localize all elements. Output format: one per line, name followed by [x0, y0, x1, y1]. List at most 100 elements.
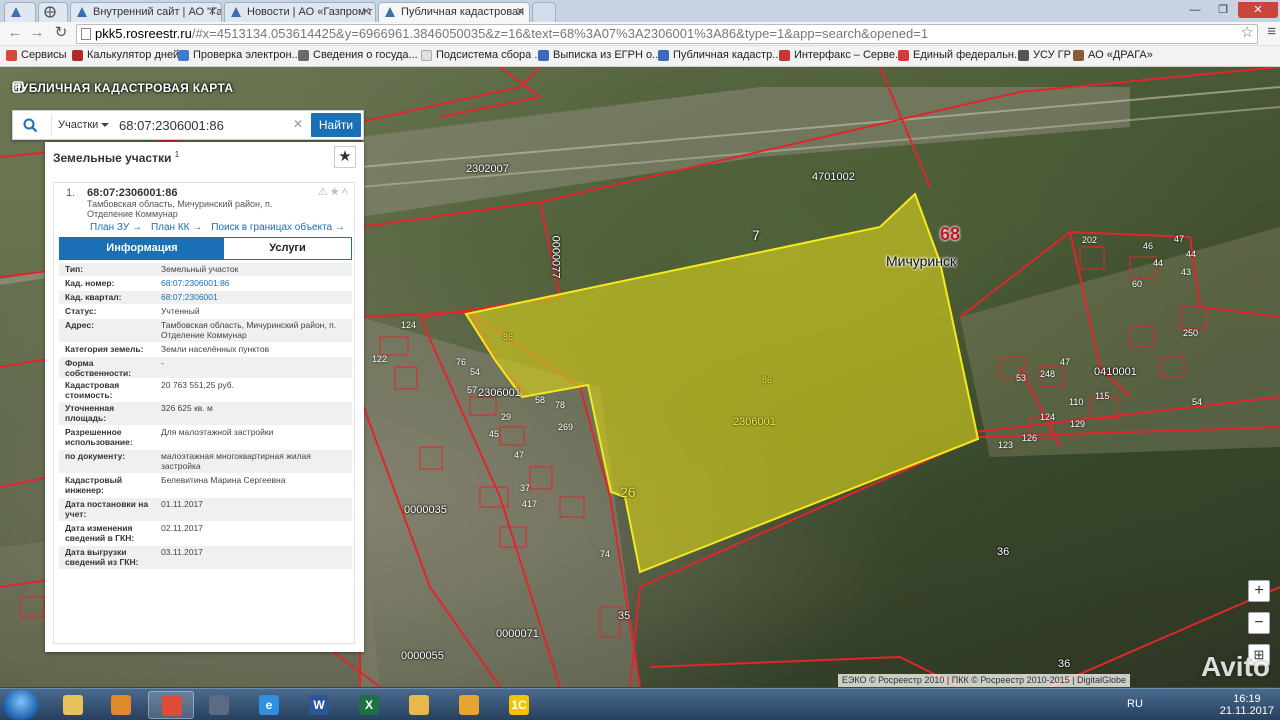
back-arrow-icon[interactable]: ← — [6, 24, 24, 42]
attribute-key: Адрес: — [65, 320, 94, 330]
star-icon[interactable]: ★ — [330, 186, 342, 198]
attribute-key: Дата выгрузки сведений из ГКН: — [65, 547, 139, 567]
bookmark-item[interactable]: Единый федеральн... — [898, 49, 1023, 61]
bookmark-item[interactable]: Калькулятор дней — [72, 49, 179, 61]
maximize-button[interactable]: ❐ — [1210, 2, 1236, 18]
bookmark-item[interactable]: АО «ДРАГА» — [1073, 49, 1153, 61]
1c-app[interactable]: 1С — [496, 691, 542, 719]
plan-zu-link[interactable]: План ЗУ → — [90, 222, 142, 233]
explorer-app[interactable] — [50, 691, 96, 719]
attribute-key: по документу: — [65, 451, 126, 461]
zoom-out-button[interactable]: − — [1248, 612, 1270, 634]
bookmark-item[interactable]: Интерфакс – Серве... — [779, 49, 904, 61]
quarter-label: 0000071 — [496, 628, 539, 640]
plan-kk-link[interactable]: План КК → — [151, 222, 202, 233]
search-input[interactable] — [119, 115, 309, 135]
ie-app[interactable]: e — [246, 691, 292, 719]
bookmark-item[interactable]: Публичная кадастр... — [658, 49, 781, 61]
attribute-value: 02.11.2017 — [161, 523, 203, 533]
favorite-button[interactable]: ★ — [334, 146, 356, 168]
attribute-row: Кадастровый инженер: Белевитина Марина Се… — [59, 474, 352, 498]
results-count: 1 — [174, 150, 180, 159]
attribute-value: малоэтажная многоквартирная жилая застро… — [161, 451, 311, 471]
attribute-key: Тип: — [65, 264, 84, 274]
close-window-button[interactable]: ✕ — [1238, 2, 1278, 18]
bookmark-label: Интерфакс – Серве... — [794, 49, 905, 61]
attribute-row: Разрешенное использование: Для малоэтажно… — [59, 426, 352, 450]
start-button[interactable] — [3, 690, 39, 720]
apps-icon — [6, 50, 17, 61]
close-icon[interactable]: ✕ — [208, 3, 217, 21]
bookmark-item[interactable]: УСУ ГР — [1018, 49, 1071, 61]
attribute-value[interactable]: 68:07:2306001:86 — [161, 278, 349, 289]
cadastral-map[interactable]: ПУБЛИЧНАЯ КАДАСТРОВАЯ КАРТА 68 Мичуринск… — [0, 67, 1280, 687]
bookmark-services[interactable]: Сервисы — [6, 49, 67, 61]
close-icon[interactable]: ✕ — [516, 3, 525, 21]
clear-icon[interactable]: ✕ — [293, 117, 303, 131]
bookmark-item[interactable]: Подсистема сбора ... — [421, 49, 544, 61]
bookmark-star-icon[interactable]: ☆ — [1241, 23, 1254, 41]
attribute-row: Тип: Земельный участок — [59, 263, 352, 277]
new-tab-button[interactable] — [532, 2, 556, 22]
attribute-row: Кадастровая стоимость: 20 763 551,25 руб. — [59, 379, 352, 402]
find-button[interactable]: Найти — [311, 113, 361, 137]
outlook-app-icon — [459, 695, 479, 715]
media-app-icon — [111, 695, 131, 715]
globe-icon — [44, 6, 56, 18]
bookmark-favicon-icon — [1018, 50, 1029, 61]
media-app[interactable] — [98, 691, 144, 719]
chrome-app[interactable] — [148, 691, 194, 719]
outlook-app[interactable] — [446, 691, 492, 719]
minimize-button[interactable]: — — [1182, 2, 1208, 18]
browser-tab-internal-site[interactable]: Внутренний сайт | АО "Га ✕ — [70, 2, 222, 22]
close-icon[interactable]: ✕ — [362, 3, 371, 21]
parcel-address: Тамбовская область, Мичуринский район, п… — [87, 199, 273, 219]
zoom-in-button[interactable]: + — [1248, 580, 1270, 602]
word-app[interactable]: W — [296, 691, 342, 719]
parcel-number-label: 86 — [503, 332, 514, 342]
results-heading: Земельные участки 1 — [53, 150, 179, 165]
browser-tab-label: Внутренний сайт | АО "Га — [93, 6, 222, 18]
warning-icon[interactable]: ⚠ — [318, 186, 330, 198]
language-indicator[interactable]: RU — [1127, 698, 1143, 710]
browser-tab-cadastral-map[interactable]: Публичная кадастровая ✕ — [378, 2, 530, 22]
browser-tab-pinned-2[interactable] — [38, 2, 68, 22]
lot-number: 124 — [401, 320, 417, 330]
parcel-number-label: 26 — [620, 484, 636, 500]
tab-services[interactable]: Услуги — [224, 238, 351, 259]
attribute-value: Тамбовская область, Мичуринский район, п… — [161, 320, 337, 340]
bookmark-favicon-icon — [658, 50, 669, 61]
search-type-label: Участки — [58, 119, 99, 131]
quarter-label: 4701002 — [812, 171, 855, 183]
card-actions: ⚠★˄ — [318, 185, 350, 198]
parcel-title[interactable]: 68:07:2306001:86 — [87, 187, 178, 199]
quarter-label: 2306001 — [733, 416, 776, 428]
search-icon[interactable] — [23, 118, 38, 133]
lot-number: 58 — [535, 395, 546, 405]
clock[interactable]: 16:19 21.11.2017 — [1220, 693, 1274, 717]
search-bar: Участки ✕ Найти — [12, 110, 364, 140]
map-attribution: ЕЭКО © Росреестр 2010 | ПКК © Росреестр … — [837, 674, 1130, 687]
search-in-bounds-link[interactable]: Поиск в границах объекта → — [211, 222, 345, 233]
folder-app[interactable] — [396, 691, 442, 719]
bookmark-item[interactable]: Выписка из ЕГРН о... — [538, 49, 661, 61]
bookmark-favicon-icon — [72, 50, 83, 61]
calculator-app[interactable] — [196, 691, 242, 719]
attribute-value[interactable]: 68:07:2306001 — [161, 292, 349, 303]
forward-arrow-icon[interactable]: → — [28, 24, 46, 42]
address-bar[interactable]: pkk5.rosreestr.ru/#x=4513134.053614425&y… — [76, 24, 1258, 44]
browser-tab-label: Новости | АО «Газпром г — [247, 6, 373, 18]
bookmark-item[interactable]: Сведения о госуда... — [298, 49, 418, 61]
attribute-key: Кад. номер: — [65, 278, 115, 288]
bookmark-item[interactable]: Проверка электрон... — [178, 49, 301, 61]
bookmark-favicon-icon — [779, 50, 790, 61]
tab-information[interactable]: Информация — [60, 238, 224, 259]
browser-tab-pinned-1[interactable] — [4, 2, 36, 22]
collapse-icon[interactable]: ˄ — [342, 186, 350, 198]
excel-app[interactable]: X — [346, 691, 392, 719]
menu-icon[interactable]: ≡ — [1267, 23, 1276, 40]
browser-tab-news[interactable]: Новости | АО «Газпром г ✕ — [224, 2, 376, 22]
reload-icon[interactable]: ↻ — [52, 24, 70, 42]
attribute-key: Кадастровый инженер: — [65, 475, 123, 495]
search-type-select[interactable]: Участки — [51, 114, 113, 136]
